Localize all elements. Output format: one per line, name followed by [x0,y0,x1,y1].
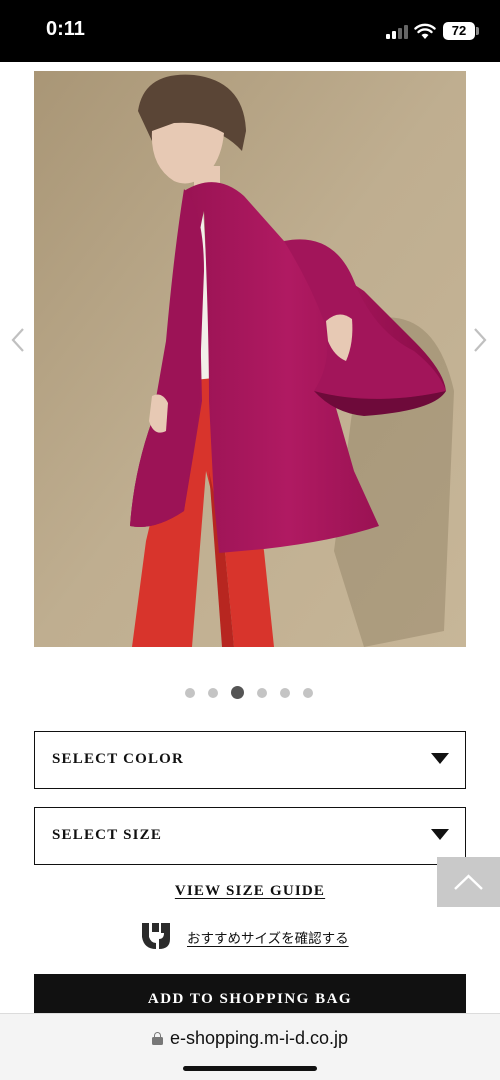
chevron-down-icon [431,829,449,840]
carousel-dot[interactable] [257,688,267,698]
signal-icon [386,25,408,39]
chevron-down-icon [431,753,449,764]
wifi-icon [414,23,436,39]
carousel-dot[interactable] [280,688,290,698]
url-text: e-shopping.m-i-d.co.jp [169,1028,349,1048]
previous-image-arrow-icon[interactable] [8,325,28,355]
home-indicator [183,1066,317,1071]
color-select-label: SELECT COLOR [52,751,185,767]
next-image-arrow-icon[interactable] [470,325,490,355]
color-select[interactable]: SELECT COLOR [34,731,466,789]
recommend-size-label: おすすめサイズを確認する [187,931,349,947]
status-bar: 0:11 72 [0,0,500,62]
size-guide-link[interactable]: VIEW SIZE GUIDE [0,883,500,900]
carousel-dot[interactable] [208,688,218,698]
carousel-dot-active[interactable] [231,686,244,699]
lock-icon [151,1032,163,1045]
size-select[interactable]: SELECT SIZE [34,807,466,865]
battery-icon: 72 [443,22,475,40]
model-illustration [34,71,466,647]
browser-address-bar[interactable]: e-shopping.m-i-d.co.jp [0,1013,500,1080]
carousel-dot[interactable] [303,688,313,698]
product-image[interactable] [34,71,466,647]
size-recommend-logo-icon [142,923,170,949]
status-time: 0:11 [46,18,85,40]
carousel-dots [0,686,500,700]
url-field[interactable]: e-shopping.m-i-d.co.jp [0,1028,500,1049]
battery-tip [476,27,479,35]
size-guide-label: VIEW SIZE GUIDE [174,883,326,899]
carousel-dot[interactable] [185,688,195,698]
size-select-label: SELECT SIZE [52,827,163,843]
